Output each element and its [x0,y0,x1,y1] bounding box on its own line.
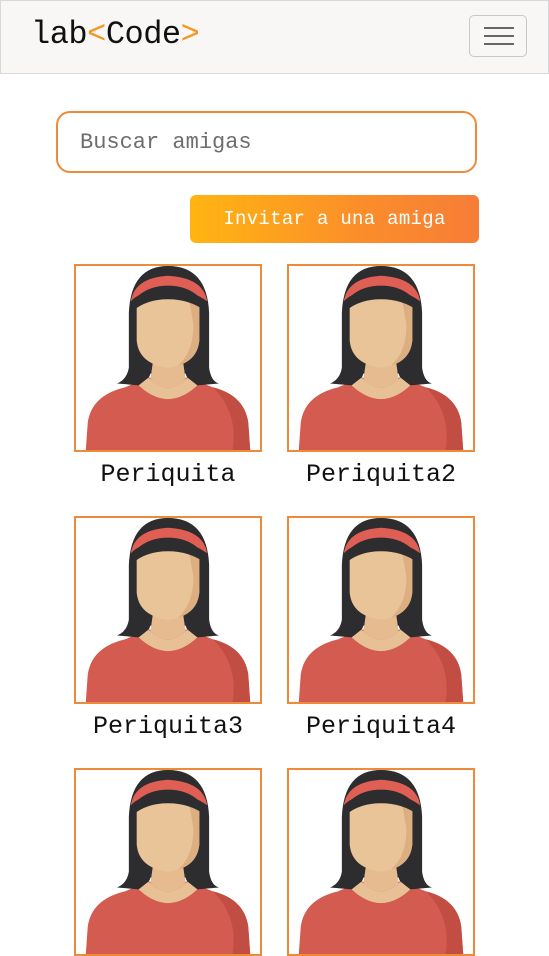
friend-photo[interactable] [287,516,475,704]
woman-avatar-icon [289,266,473,450]
friend-card[interactable]: Periquita4 [287,516,475,741]
search-input[interactable] [56,111,477,173]
friend-card[interactable]: Periquita2 [287,264,475,489]
friend-photo[interactable] [287,264,475,452]
woman-avatar-icon [289,518,473,702]
friend-card[interactable] [287,768,475,956]
navbar-toggler-button[interactable] [469,15,527,57]
brand-bracket-open: < [87,16,106,53]
friend-name[interactable]: Periquita4 [287,713,475,741]
friend-name[interactable]: Periquita2 [287,461,475,489]
brand-text-lab: lab [31,16,88,53]
friend-photo[interactable] [287,768,475,956]
friend-photo[interactable] [74,516,262,704]
brand-bracket-close: > [180,16,200,53]
friend-photo[interactable] [74,768,262,956]
invite-friend-button[interactable]: Invitar a una amiga [190,195,479,243]
woman-avatar-icon [76,266,260,450]
woman-avatar-icon [289,770,473,954]
friend-card[interactable]: Periquita3 [74,516,262,741]
friend-name[interactable]: Periquita [74,461,262,489]
brand-text-code: Code [105,16,181,53]
friend-name[interactable]: Periquita3 [74,713,262,741]
friend-photo[interactable] [74,264,262,452]
friend-card[interactable]: Periquita [74,264,262,489]
woman-avatar-icon [76,518,260,702]
brand-logo[interactable]: lab<Code> [31,15,200,55]
woman-avatar-icon [76,770,260,954]
navbar: lab<Code> [0,0,549,74]
friend-card[interactable] [74,768,262,956]
